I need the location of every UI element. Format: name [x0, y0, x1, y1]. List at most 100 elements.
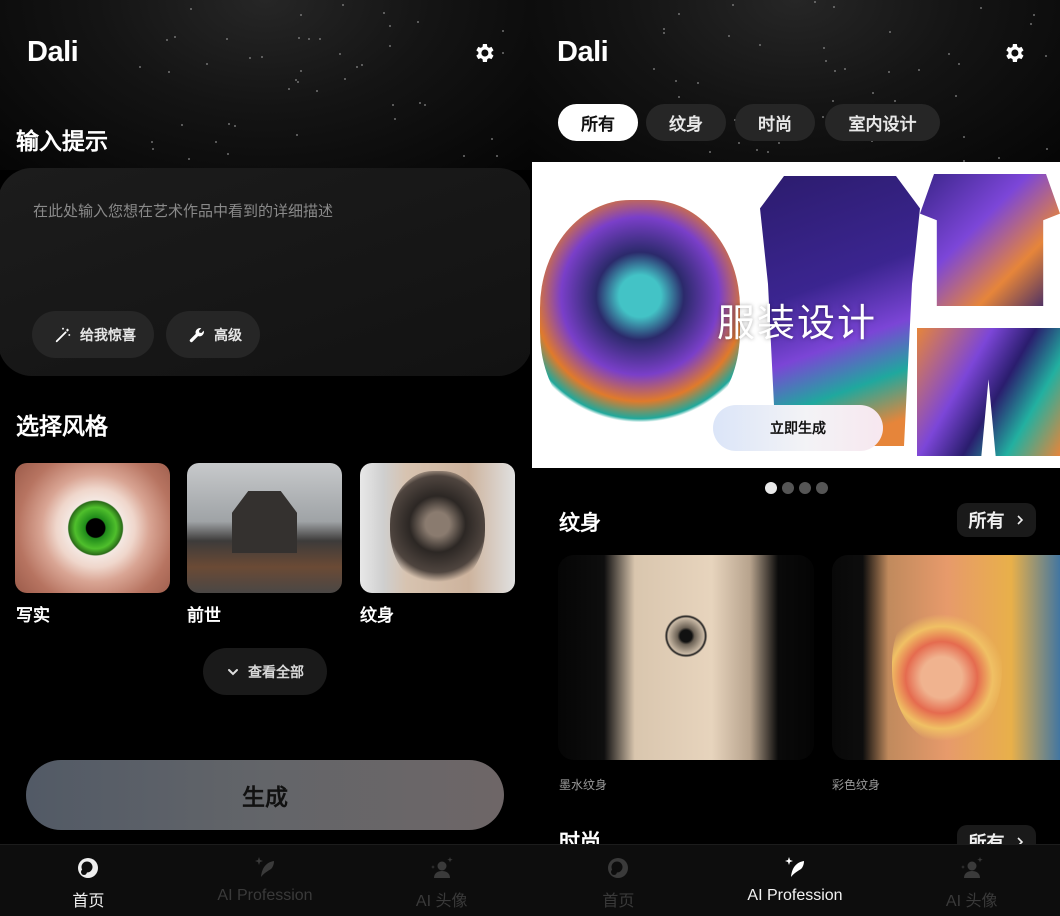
gear-icon[interactable]: [472, 41, 496, 65]
category-title-tattoo: 纹身: [559, 511, 601, 535]
star-decoration: [888, 31, 891, 34]
prompt-section-title: 输入提示: [16, 129, 108, 155]
nav-label-ai-avatar: AI 头像: [945, 893, 998, 910]
star-decoration: [392, 103, 395, 106]
star-decoration: [215, 141, 218, 144]
chevron-down-icon: [228, 668, 238, 675]
avatar-sparkle-icon: [960, 857, 983, 878]
star-decoration: [308, 37, 311, 40]
star-decoration: [662, 28, 665, 31]
nav-item-ai-profession[interactable]: AI Profession: [177, 845, 354, 916]
generate-now-button[interactable]: 立即生成: [713, 405, 883, 451]
star-decoration: [300, 14, 303, 17]
nav-item-ai-avatar[interactable]: AI 头像: [883, 845, 1060, 916]
style-card-past-life[interactable]: [187, 463, 342, 593]
star-decoration: [998, 157, 1001, 160]
star-decoration: [190, 8, 193, 10]
starry-header-background: [530, 0, 1060, 170]
tattoo-card-ink[interactable]: [558, 555, 814, 760]
style-label: 前世: [187, 606, 221, 626]
carousel-indicator: [765, 482, 828, 494]
star-decoration: [832, 6, 835, 9]
star-decoration: [1029, 22, 1032, 25]
view-all-styles-button[interactable]: 查看全部: [203, 648, 327, 695]
star-decoration: [823, 46, 826, 49]
star-decoration: [344, 77, 347, 80]
star-decoration: [233, 125, 236, 127]
nav-item-home[interactable]: 首页: [0, 845, 177, 916]
star-decoration: [463, 154, 466, 157]
star-decoration: [295, 134, 298, 137]
tattoo-card-color[interactable]: [832, 555, 1060, 760]
star-decoration: [1032, 13, 1035, 16]
star-decoration: [355, 65, 358, 68]
nav-item-ai-profession[interactable]: AI Profession: [707, 845, 884, 916]
star-decoration: [1045, 147, 1048, 150]
star-decoration: [1045, 55, 1048, 58]
star-decoration: [249, 57, 252, 60]
nav-label-ai-profession: AI Profession: [217, 887, 313, 904]
star-decoration: [662, 32, 665, 35]
star-decoration: [341, 3, 344, 6]
tab-all[interactable]: 所有: [558, 104, 638, 141]
tab-tattoo[interactable]: 纹身: [646, 104, 726, 141]
style-card-realistic[interactable]: [15, 463, 170, 593]
star-decoration: [872, 92, 875, 95]
advanced-button[interactable]: 高级: [166, 311, 260, 358]
star-decoration: [287, 88, 290, 91]
star-decoration: [417, 21, 420, 24]
style-card-tattoo[interactable]: [360, 463, 515, 593]
star-decoration: [958, 62, 961, 65]
promo-banner[interactable]: 服装设计 立即生成: [532, 162, 1060, 468]
surprise-me-button[interactable]: 给我惊喜: [32, 311, 154, 358]
nav-item-home[interactable]: 首页: [530, 845, 707, 916]
carousel-dot[interactable]: [782, 482, 794, 494]
banner-ape-artwork: [540, 200, 740, 440]
prompt-placeholder: 在此处输入您想在艺术作品中看到的详细描述: [33, 202, 334, 220]
star-decoration: [947, 52, 950, 55]
see-all-tattoo-button[interactable]: 所有: [957, 503, 1036, 537]
carousel-dot[interactable]: [765, 482, 777, 494]
star-decoration: [228, 122, 231, 125]
carousel-dot[interactable]: [799, 482, 811, 494]
star-decoration: [833, 69, 836, 72]
star-decoration: [731, 4, 734, 7]
tattoo-label: 墨水纹身: [559, 778, 608, 792]
star-decoration: [388, 44, 391, 47]
nav-label-ai-profession: AI Profession: [747, 887, 843, 904]
banner-crop-top-artwork: [920, 174, 1060, 306]
tab-interior-design[interactable]: 室内设计: [825, 104, 940, 141]
carousel-dot[interactable]: [816, 482, 828, 494]
ai-profession-screen: Dali 所有 纹身 时尚 室内设计 服装设计 立即生成 纹身 所有 墨水纹身 …: [530, 0, 1060, 916]
generate-button[interactable]: 生成: [26, 760, 504, 830]
star-decoration: [361, 64, 364, 67]
star-decoration: [338, 52, 341, 55]
star-decoration: [677, 96, 680, 99]
star-decoration: [822, 116, 825, 119]
star-decoration: [759, 43, 762, 46]
star-decoration: [653, 68, 656, 71]
star-decoration: [151, 140, 154, 143]
star-decoration: [423, 104, 426, 107]
star-decoration: [824, 59, 827, 62]
star-decoration: [696, 82, 699, 85]
star-decoration: [300, 70, 303, 73]
magic-wand-icon: [55, 327, 71, 342]
star-decoration: [174, 35, 177, 38]
nav-item-ai-avatar[interactable]: AI 头像: [353, 845, 530, 916]
star-decoration: [766, 150, 769, 153]
style-section-title: 选择风格: [16, 414, 108, 440]
gear-icon[interactable]: [1002, 41, 1026, 65]
chevron-right-icon: [1016, 515, 1023, 525]
tab-fashion[interactable]: 时尚: [735, 104, 815, 141]
star-decoration: [388, 25, 391, 28]
star-decoration: [168, 71, 171, 74]
star-decoration: [225, 37, 228, 40]
avatar-sparkle-icon: [430, 857, 453, 878]
star-decoration: [226, 153, 229, 156]
dali-logo-icon: [78, 858, 99, 878]
star-decoration: [962, 135, 965, 138]
nav-label-ai-avatar: AI 头像: [415, 893, 468, 910]
surprise-me-label: 给我惊喜: [80, 327, 136, 344]
wrench-icon: [189, 327, 204, 342]
